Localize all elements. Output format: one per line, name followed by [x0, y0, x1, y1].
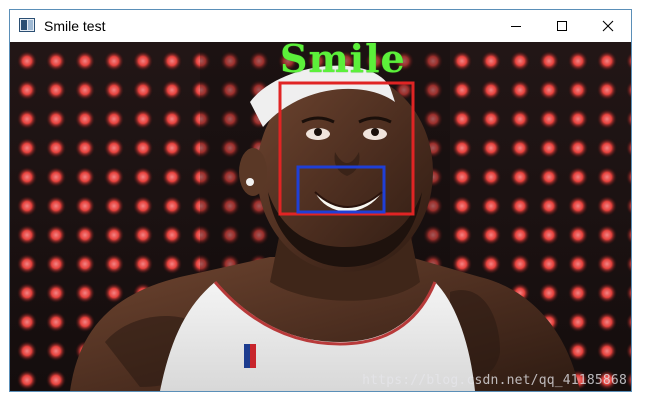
- title-bar[interactable]: Smile test: [10, 10, 631, 42]
- watermark: https://blog.csdn.net/qq_41185868: [362, 373, 627, 388]
- frame-image: [10, 42, 631, 391]
- maximize-icon: [557, 21, 567, 31]
- smile-label: Smile: [280, 42, 406, 81]
- minimize-icon: [511, 26, 521, 27]
- maximize-button[interactable]: [539, 10, 585, 42]
- close-button[interactable]: [585, 10, 631, 42]
- minimize-button[interactable]: [493, 10, 539, 42]
- window-app-icon: [19, 18, 35, 32]
- video-frame: Smile https://blog.csdn.net/qq_41185868: [10, 42, 631, 391]
- close-icon: [602, 20, 614, 32]
- window-title: Smile test: [44, 18, 106, 34]
- app-window: Smile test Smile https://blog.csdn.net/q…: [9, 9, 632, 392]
